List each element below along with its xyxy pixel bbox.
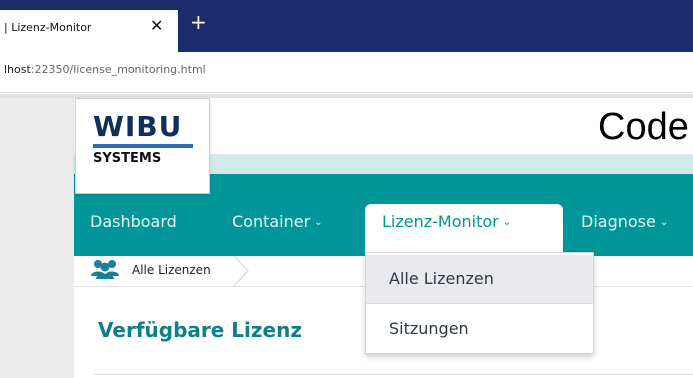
new-tab-icon[interactable]: + xyxy=(190,12,207,32)
address-bar[interactable]: lhost:22350/license_monitoring.html xyxy=(0,52,693,93)
url-text: lhost:22350/license_monitoring.html xyxy=(4,63,206,76)
chevron-down-icon: ⌄ xyxy=(659,217,669,228)
chevron-down-icon: ⌄ xyxy=(502,217,512,228)
browser-tab-strip: | Lizenz-Monitor ✕ + xyxy=(0,0,693,52)
logo-subtitle: SYSTEMS xyxy=(93,151,162,166)
nav-dashboard-label: Dashboard xyxy=(90,212,177,231)
breadcrumb-separator xyxy=(233,256,249,286)
browser-tab[interactable]: | Lizenz-Monitor ✕ xyxy=(0,10,178,52)
wibu-logo[interactable]: WIBU SYSTEMS xyxy=(75,98,210,194)
nav-container-label: Container xyxy=(232,212,311,231)
users-icon xyxy=(91,260,119,279)
nav-dashboard[interactable]: Dashboard xyxy=(90,212,177,232)
menu-item-label: Sitzungen xyxy=(389,319,469,338)
nav-lizenz-monitor[interactable]: Lizenz-Monitor ⌄ xyxy=(365,204,563,256)
nav-container[interactable]: Container ⌄ xyxy=(232,212,323,235)
tab-title: | Lizenz-Monitor xyxy=(4,21,92,34)
url-path: :22350/license_monitoring.html xyxy=(30,63,206,76)
url-host: lhost xyxy=(4,63,31,76)
logo-wordmark: WIBU xyxy=(93,110,183,143)
breadcrumb-item-alle-lizenzen[interactable]: Alle Lizenzen xyxy=(132,263,211,277)
chevron-down-icon: ⌄ xyxy=(314,217,323,228)
left-margin xyxy=(0,98,74,378)
section-title: Verfügbare Lizenz xyxy=(98,318,302,342)
menu-item-sitzungen[interactable]: Sitzungen xyxy=(366,305,593,353)
nav-lizenz-monitor-text: Lizenz-Monitor ⌄ xyxy=(382,212,511,235)
menu-item-label: Alle Lizenzen xyxy=(389,269,494,288)
nav-diagnose[interactable]: Diagnose ⌄ xyxy=(581,212,668,235)
content-divider xyxy=(94,374,693,375)
nav-lizenz-monitor-label: Lizenz-Monitor xyxy=(382,212,499,231)
logo-underline xyxy=(93,144,193,148)
menu-item-alle-lizenzen[interactable]: Alle Lizenzen xyxy=(366,255,593,303)
menu-separator xyxy=(366,303,593,304)
close-tab-icon[interactable]: ✕ xyxy=(150,16,163,36)
lizenz-monitor-dropdown: Alle Lizenzen Sitzungen xyxy=(365,252,594,354)
page: WIBU SYSTEMS Code Dashboard Container ⌄ L… xyxy=(0,98,693,378)
page-title: Code xyxy=(598,106,689,148)
nav-diagnose-label: Diagnose xyxy=(581,212,656,231)
